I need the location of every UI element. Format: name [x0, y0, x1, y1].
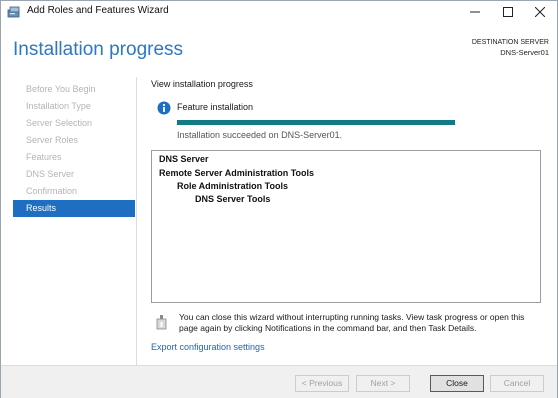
server-manager-icon [7, 5, 21, 19]
nav-item-server-roles: Server Roles [26, 135, 79, 145]
result-item-dns-server-tools: DNS Server Tools [195, 194, 271, 204]
close-button[interactable]: Close [430, 375, 484, 392]
next-button[interactable]: Next > [356, 375, 410, 392]
feature-installation-label: Feature installation [177, 102, 254, 112]
window-title: Add Roles and Features Wizard [27, 5, 169, 16]
close-window-button[interactable] [525, 1, 555, 23]
minimize-button[interactable] [460, 1, 490, 23]
maximize-button[interactable] [493, 1, 523, 23]
nav-item-results[interactable]: Results [13, 200, 135, 217]
title-bar: Add Roles and Features Wizard [1, 1, 557, 23]
nav-item-server-selection: Server Selection [26, 118, 93, 128]
nav-item-before-you-begin: Before You Begin [26, 84, 96, 94]
wizard-nav: Before You Begin Installation Type Serve… [13, 81, 135, 217]
wizard-window: Add Roles and Features Wizard Installati… [0, 0, 558, 398]
installation-status-message: Installation succeeded on DNS-Server01. [177, 130, 343, 140]
installation-progress-bar [177, 120, 455, 125]
results-list[interactable]: DNS Server Remote Server Administration … [151, 150, 541, 303]
destination-server-name: DNS-Server01 [500, 48, 549, 57]
nav-item-features: Features [26, 152, 62, 162]
export-configuration-link[interactable]: Export configuration settings [151, 342, 265, 352]
result-item-role-admin-tools: Role Administration Tools [177, 181, 289, 191]
nav-item-installation-type: Installation Type [26, 101, 91, 111]
nav-divider [136, 77, 137, 365]
result-item-dns-server: DNS Server [159, 154, 209, 164]
close-wizard-note: You can close this wizard without interr… [179, 312, 525, 333]
progress-fill [177, 120, 455, 125]
wizard-footer: < Previous Next > Close Cancel [1, 365, 557, 398]
result-item-rsat: Remote Server Administration Tools [159, 168, 315, 178]
notification-flag-icon [156, 314, 170, 330]
previous-button[interactable]: < Previous [295, 375, 349, 392]
section-heading: View installation progress [151, 79, 253, 89]
cancel-button[interactable]: Cancel [490, 375, 544, 392]
nav-item-dns-server: DNS Server [26, 169, 75, 179]
destination-server-label: DESTINATION SERVER [471, 39, 549, 46]
nav-item-confirmation: Confirmation [26, 186, 78, 196]
info-icon [157, 101, 171, 115]
page-title: Installation progress [13, 39, 184, 60]
